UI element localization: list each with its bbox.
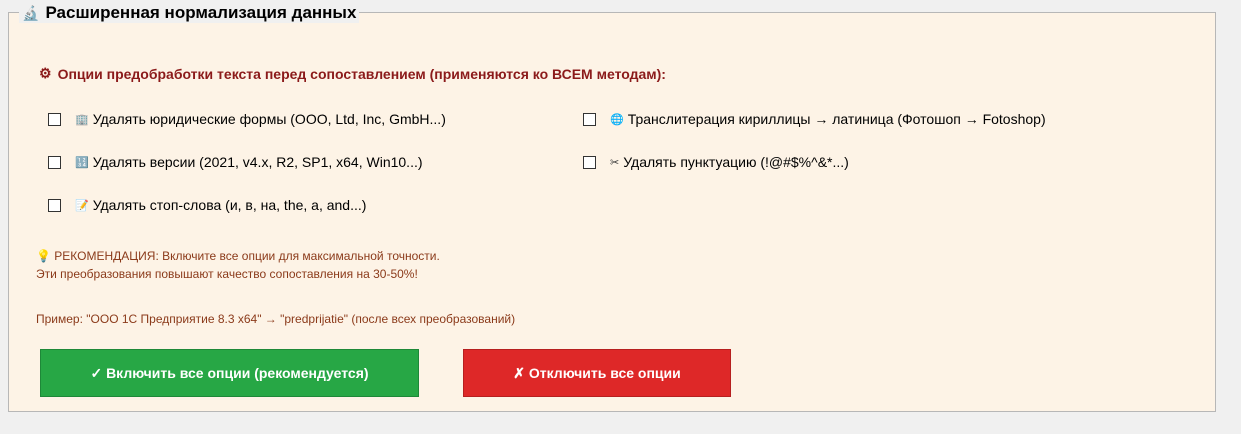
option-remove-punctuation[interactable]: ✂ Удалять пунктуацию (!@#$%^&*...) [583, 154, 849, 170]
option-label: Удалять юридические формы (ООО, Ltd, Inc… [92, 111, 446, 127]
checkbox-remove-stopwords[interactable] [48, 198, 61, 212]
example-note: Пример: "ООО 1С Предприятие 8.3 x64" → "… [36, 312, 516, 326]
normalization-panel: 🔬 Расширенная нормализация данных ⚙ Опци… [8, 3, 1216, 412]
option-remove-versions[interactable]: 🔢 Удалять версии (2021, v4.x, R2, SP1, x… [48, 154, 423, 170]
option-remove-stopwords[interactable]: 📝 Удалять стоп-слова (и, в, на, the, a, … [48, 197, 366, 213]
option-transliteration[interactable]: 🌐 Транслитерация кириллицы → латиница (Ф… [583, 111, 1046, 127]
option-remove-legal-forms[interactable]: 🏢 Удалять юридические формы (ООО, Ltd, I… [48, 111, 446, 127]
option-label: Удалять пунктуацию (!@#$%^&*...) [623, 154, 849, 170]
globe-icon: 🌐 [610, 113, 624, 126]
option-label: Удалять стоп-слова (и, в, на, the, a, an… [92, 197, 367, 213]
building-icon: 🏢 [75, 113, 89, 126]
recommendation-line-1: 💡 РЕКОМЕНДАЦИЯ: Включите все опции для м… [36, 249, 440, 263]
microscope-icon: 🔬 [22, 5, 40, 21]
disable-all-button[interactable]: ✗ Отключить все опции [463, 349, 731, 397]
option-label: Удалять версии (2021, v4.x, R2, SP1, x64… [92, 154, 423, 170]
panel-title: Расширенная нормализация данных [45, 3, 357, 22]
checkbox-remove-versions[interactable] [48, 155, 61, 169]
panel-legend: 🔬 Расширенная нормализация данных [19, 3, 360, 23]
recommendation-note: 💡 РЕКОМЕНДАЦИЯ: Включите все опции для м… [36, 247, 440, 283]
option-label: Транслитерация кириллицы → латиница (Фот… [627, 111, 1046, 127]
gear-icon: ⚙ [39, 65, 52, 81]
checkbox-remove-punctuation[interactable] [583, 155, 596, 169]
numbers-icon: 🔢 [75, 156, 89, 169]
memo-icon: 📝 [75, 199, 89, 212]
enable-all-button[interactable]: ✓ Включить все опции (рекомендуется) [40, 349, 419, 397]
recommendation-line-2: Эти преобразования повышают качество соп… [36, 267, 418, 281]
options-header-text: Опции предобработки текста перед сопоста… [57, 65, 666, 82]
checkbox-remove-legal-forms[interactable] [48, 112, 61, 126]
scissors-icon: ✂ [610, 156, 620, 169]
checkbox-transliteration[interactable] [583, 112, 596, 126]
options-header: ⚙ Опции предобработки текста перед сопос… [39, 65, 666, 82]
